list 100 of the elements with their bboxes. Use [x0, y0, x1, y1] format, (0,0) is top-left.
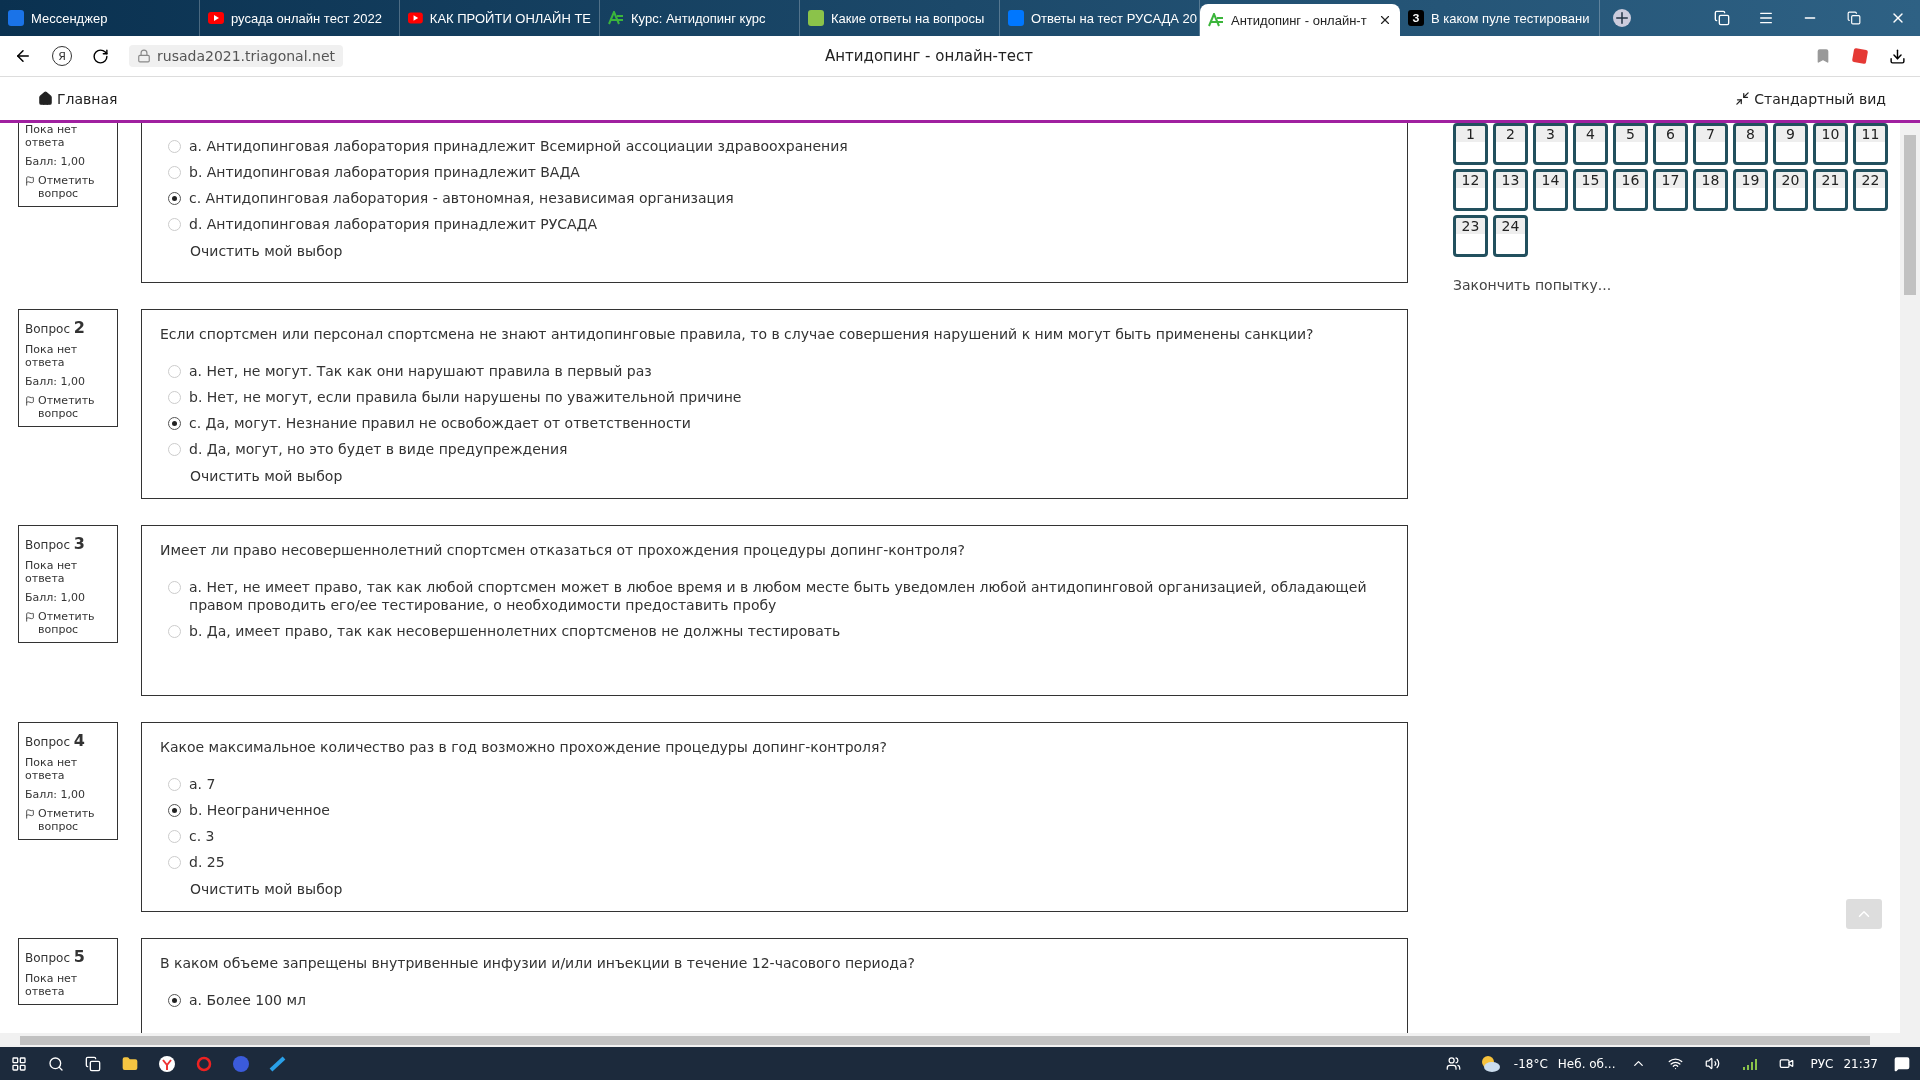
answer-status: Пока нет ответа: [25, 123, 79, 149]
answer-option[interactable]: b. Неограниченное: [189, 801, 330, 819]
browser-tab[interactable]: КАК ПРОЙТИ ОНЛАЙН ТЕ: [400, 0, 600, 36]
question-nav-button[interactable]: 24: [1493, 215, 1528, 257]
answer-option[interactable]: a. Более 100 мл: [189, 991, 306, 1009]
answer-status: Пока нет ответа: [25, 972, 79, 998]
back-icon[interactable]: [14, 47, 32, 65]
clear-choice-link[interactable]: Очистить мой выбор: [190, 243, 1389, 259]
browser-tab[interactable]: Какие ответы на вопросы: [800, 0, 1000, 36]
browser-tab[interactable]: З В каком пуле тестировани: [1400, 0, 1600, 36]
question-nav-button[interactable]: 15: [1573, 169, 1608, 211]
vertical-scrollbar[interactable]: [1900, 123, 1920, 1033]
play-icon: [208, 12, 224, 24]
question-nav-button[interactable]: 18: [1693, 169, 1728, 211]
question-nav-button[interactable]: 4: [1573, 123, 1608, 165]
flag-question-link[interactable]: Отметить вопрос: [25, 174, 111, 200]
question-nav-button[interactable]: 6: [1653, 123, 1688, 165]
answer-option[interactable]: d. Антидопинговая лаборатория принадлежит РУСАДА: [189, 215, 598, 233]
answer-option[interactable]: d. 25: [189, 853, 225, 871]
answer-option[interactable]: b. Антидопинговая лаборатория принадлежит ВАДА: [189, 163, 580, 181]
answer-option[interactable]: a. 7: [189, 775, 216, 793]
search-icon[interactable]: [47, 1055, 64, 1072]
pen-icon[interactable]: [268, 1054, 287, 1073]
signal-icon[interactable]: [1741, 1057, 1758, 1070]
horizontal-scrollbar[interactable]: [0, 1033, 1920, 1047]
address-field[interactable]: rusada2021.triagonal.net: [129, 45, 343, 67]
question-nav-button[interactable]: 17: [1653, 169, 1688, 211]
clear-choice-link[interactable]: Очистить мой выбор: [190, 881, 1389, 897]
language-indicator[interactable]: РУС: [1805, 1056, 1839, 1071]
question-nav-button[interactable]: 21: [1813, 169, 1848, 211]
radio-button[interactable]: [168, 192, 181, 205]
radio-button[interactable]: [168, 804, 181, 817]
extension-icon[interactable]: [1851, 47, 1869, 65]
notifications-icon[interactable]: [1893, 1055, 1910, 1072]
question-nav-button[interactable]: 10: [1813, 123, 1848, 165]
task-view-icon[interactable]: [84, 1055, 101, 1072]
answer-option[interactable]: a. Нет, не имеет право, так как любой спортсмен может в любое время и в любом месте быть уведомлен любой антидопинговой организацией, обладающей правом проводить его/ее тестирование, о необходимости предоставить пробу: [189, 578, 1389, 614]
camera-icon[interactable]: [1779, 1056, 1795, 1071]
answer-option[interactable]: c. Да, могут. Незнание правил не освобождает от ответственности: [189, 414, 691, 432]
question-nav-button[interactable]: 22: [1853, 169, 1888, 211]
question-score: Балл: 1,00: [25, 155, 87, 168]
zen-icon: З: [1408, 10, 1424, 26]
question-nav-button[interactable]: 2: [1493, 123, 1528, 165]
folder-icon[interactable]: [121, 1055, 138, 1072]
flag-question-link[interactable]: Отметить вопрос: [25, 807, 111, 833]
speaker-icon[interactable]: [1705, 1056, 1721, 1071]
tabs-icon[interactable]: [1714, 10, 1730, 26]
new-tab-icon[interactable]: [1613, 9, 1631, 27]
question-nav-button[interactable]: 20: [1773, 169, 1808, 211]
answer-option[interactable]: c. 3: [189, 827, 215, 845]
browser-tab[interactable]: Антидопинг - онлайн-т: [1200, 4, 1400, 36]
question-number: Вопрос 3: [25, 534, 86, 553]
answer-option[interactable]: c. Антидопинговая лаборатория - автономная, независимая организация: [189, 189, 734, 207]
answer-option[interactable]: d. Да, могут, но это будет в виде предупреждения: [189, 440, 568, 458]
browser-tab[interactable]: Ответы на тест РУСАДА 20: [1000, 0, 1200, 36]
question-nav-button[interactable]: 5: [1613, 123, 1648, 165]
download-icon[interactable]: [1889, 47, 1906, 65]
question-nav-button[interactable]: 9: [1773, 123, 1808, 165]
close-icon[interactable]: [1378, 13, 1392, 27]
browser-icon[interactable]: [157, 1054, 176, 1073]
browser-tab[interactable]: русада онлайн тест 2022: [200, 0, 400, 36]
question-nav-button[interactable]: 8: [1733, 123, 1768, 165]
home-icon: [38, 91, 53, 106]
ring-icon[interactable]: [195, 1055, 212, 1072]
question-nav-button[interactable]: 12: [1453, 169, 1488, 211]
question-nav-button[interactable]: 11: [1853, 123, 1888, 165]
menu-icon[interactable]: [1758, 10, 1774, 26]
question-number: Вопрос 4: [25, 731, 86, 750]
question-nav-button[interactable]: 1: [1453, 123, 1488, 165]
question-nav-button[interactable]: 14: [1533, 169, 1568, 211]
browser-tab[interactable]: Мессенджер: [0, 0, 200, 36]
app-icon[interactable]: [231, 1054, 250, 1073]
logo-icon: [1208, 13, 1224, 27]
question-nav-button[interactable]: 16: [1613, 169, 1648, 211]
flag-question-link[interactable]: Отметить вопрос: [25, 394, 111, 420]
weather-icon[interactable]: [1479, 1054, 1502, 1073]
answer-option[interactable]: a. Нет, не могут. Так как они нарушают правила в первый раз: [189, 362, 652, 380]
bookmark-icon[interactable]: [1815, 48, 1831, 64]
standard-view-link[interactable]: Стандартный вид: [1735, 90, 1886, 107]
answer-option[interactable]: a. Антидопинговая лаборатория принадлежит Всемирной ассоциации здравоохранения: [189, 137, 848, 155]
question-nav-button[interactable]: 3: [1533, 123, 1568, 165]
radio-button[interactable]: [168, 417, 181, 430]
people-icon[interactable]: [1445, 1056, 1461, 1071]
radio-button[interactable]: [168, 994, 181, 1007]
question-nav-button[interactable]: 23: [1453, 215, 1488, 257]
reload-icon[interactable]: [92, 47, 109, 65]
wifi-icon[interactable]: [1668, 1056, 1684, 1071]
answer-option[interactable]: b. Да, имеет право, так как несовершеннолетних спортсменов не должны тестировать: [189, 622, 841, 640]
restore-icon[interactable]: [1847, 11, 1861, 25]
question-nav-button[interactable]: 13: [1493, 169, 1528, 211]
question-nav-button[interactable]: 19: [1733, 169, 1768, 211]
flag-question-link[interactable]: Отметить вопрос: [25, 610, 111, 636]
finish-attempt-link[interactable]: Закончить попытку...: [1453, 277, 1889, 293]
browser-tab[interactable]: Курс: Антидопинг курс: [600, 0, 800, 36]
question-number: Вопрос 5: [25, 947, 86, 966]
home-link[interactable]: Главная: [38, 90, 118, 107]
question-nav-button[interactable]: 7: [1693, 123, 1728, 165]
windows-start-icon[interactable]: [10, 1055, 27, 1072]
answer-option[interactable]: b. Нет, не могут, если правила были нарушены по уважительной причине: [189, 388, 742, 406]
clear-choice-link[interactable]: Очистить мой выбор: [190, 468, 1389, 484]
